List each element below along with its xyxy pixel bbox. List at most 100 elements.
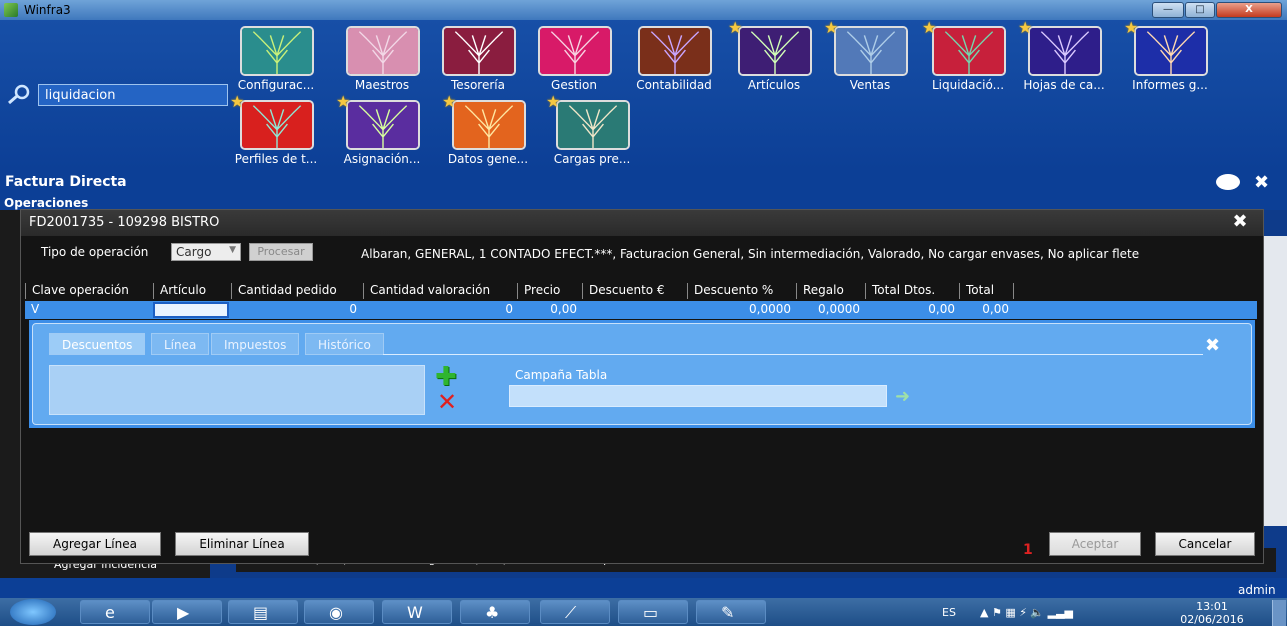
col-descuento-eur[interactable]: Descuento € [582, 283, 665, 299]
right-scroll-area [1262, 236, 1287, 526]
launcher-tile[interactable]: Tesorería [426, 26, 530, 96]
tile-label: Artículos [747, 78, 801, 92]
agregar-linea-button[interactable]: Agregar Línea [29, 532, 161, 556]
tile-label: Perfiles de t... [234, 152, 318, 166]
launcher-tile[interactable]: Configurac... [224, 26, 328, 96]
clock-time: 13:01 [1196, 600, 1228, 613]
col-total-dtos[interactable]: Total Dtos. [865, 283, 935, 299]
launcher-tile[interactable]: Hojas de ca... ★ [1012, 18, 1116, 96]
tab-linea[interactable]: Línea [151, 333, 210, 355]
cell-cantidad-pedido[interactable]: 0 [231, 302, 357, 318]
tab-descuentos[interactable]: Descuentos [49, 333, 146, 355]
cell-descuento-pct[interactable]: 0,0000 [687, 302, 791, 318]
tile-thumbnail [346, 26, 420, 76]
search-icon[interactable] [6, 84, 32, 106]
tile-label: Cargas pre... [553, 152, 631, 166]
launcher-tile[interactable]: Asignación... ★ [330, 92, 434, 170]
launcher-tile[interactable]: Maestros [330, 26, 434, 96]
taskbar-paint-icon[interactable]: ✎ [696, 600, 766, 624]
search-input[interactable] [38, 84, 228, 106]
col-precio[interactable]: Precio [517, 283, 560, 299]
toggle-icon[interactable] [1216, 174, 1240, 190]
campana-tabla-label: Campaña Tabla [515, 368, 608, 382]
operaciones-label: Operaciones [4, 196, 89, 210]
window-title: Winfra3 [24, 3, 71, 17]
show-desktop-button[interactable] [1272, 600, 1286, 626]
favorite-star-icon: ★ [336, 92, 351, 111]
cancelar-button[interactable]: Cancelar [1155, 532, 1255, 556]
tile-thumbnail [738, 26, 812, 76]
cell-regalo[interactable]: 0,0000 [796, 302, 860, 318]
taskbar-internet-explorer-icon[interactable]: e [80, 600, 150, 624]
procesar-button[interactable]: Procesar [249, 243, 313, 261]
cell-cantidad-valoracion[interactable]: 0 [363, 302, 513, 318]
chrome-glyph: ◉ [329, 603, 343, 622]
aceptar-button[interactable]: Aceptar [1049, 532, 1141, 556]
taskbar-photos-icon[interactable]: ▭ [618, 600, 688, 624]
taskbar-word-icon[interactable]: W [382, 600, 452, 624]
language-indicator[interactable]: ES [942, 606, 956, 619]
tile-thumbnail [240, 100, 314, 150]
tile-thumbnail [452, 100, 526, 150]
col-descuento-pct[interactable]: Descuento % [687, 283, 773, 299]
cell-clave[interactable]: V [31, 302, 39, 318]
windows-start-icon[interactable] [10, 599, 56, 625]
clock[interactable]: 13:01 02/06/2016 [1180, 600, 1244, 626]
arrow-right-icon[interactable]: ➜ [895, 386, 910, 407]
col-total[interactable]: Total [959, 283, 994, 299]
cell-total[interactable]: 0,00 [959, 302, 1009, 318]
dialog-title: FD2001735 - 109298 BISTRO [21, 210, 1263, 236]
detail-close-icon[interactable]: ✖ [1205, 335, 1220, 356]
minimize-button[interactable]: — [1152, 2, 1184, 18]
launcher-tile[interactable]: Informes g... ★ [1118, 18, 1222, 96]
col-regalo[interactable]: Regalo [796, 283, 844, 299]
tray-icons[interactable]: ▲ ⚑ ▦ ⚡ 🔈 ▂▃▅ [980, 606, 1073, 619]
launcher-tile[interactable]: Gestion [522, 26, 626, 96]
launcher-tile[interactable]: Artículos ★ [722, 18, 826, 96]
articulo-input[interactable] [153, 302, 229, 318]
taskbar-folder-icon[interactable]: ▤ [228, 600, 298, 624]
tile-thumbnail [442, 26, 516, 76]
cell-total-dtos[interactable]: 0,00 [865, 302, 955, 318]
favorite-star-icon: ★ [728, 18, 743, 37]
taskbar-winfra-icon[interactable]: ♣ [460, 600, 530, 624]
cell-precio[interactable]: 0,00 [517, 302, 577, 318]
col-articulo[interactable]: Artículo [153, 283, 206, 299]
col-cantidad-pedido[interactable]: Cantidad pedido [231, 283, 337, 299]
add-icon[interactable]: ✚ [435, 364, 457, 390]
col-cantidad-valoracion[interactable]: Cantidad valoración [363, 283, 490, 299]
col-clave[interactable]: Clave operación [25, 283, 129, 299]
launcher-tile[interactable]: Liquidació... ★ [916, 18, 1020, 96]
tab-historico[interactable]: Histórico [305, 333, 384, 355]
tile-label: Configurac... [237, 78, 315, 92]
favorite-star-icon: ★ [922, 18, 937, 37]
launcher-tile[interactable]: Ventas ★ [818, 18, 922, 96]
line-detail-inner: Descuentos Línea Impuestos Histórico ✖ ✚… [32, 323, 1252, 425]
taskbar-chrome-icon[interactable]: ◉ [304, 600, 374, 624]
launcher-tile[interactable]: Perfiles de t... ★ [224, 92, 328, 170]
close-window-button[interactable]: X [1216, 2, 1282, 18]
taskbar-vpn-icon[interactable]: ⟋ [540, 600, 610, 624]
tipo-operacion-select[interactable]: Cargo ▼ [171, 243, 241, 261]
campana-tabla-input[interactable] [509, 385, 887, 407]
table-row[interactable]: V 0 0 0,00 0,0000 0,0000 0,00 0,00 [25, 301, 1257, 319]
launcher-tile[interactable]: Cargas pre... ★ [540, 92, 644, 170]
maximize-button[interactable]: □ [1185, 2, 1215, 18]
tab-impuestos[interactable]: Impuestos [211, 333, 300, 355]
favorite-star-icon: ★ [230, 92, 245, 111]
dialog-close-icon[interactable]: ✖ [1229, 213, 1251, 231]
launcher-tile[interactable]: Contabilidad [622, 26, 726, 96]
close-icon[interactable]: ✖ [1254, 172, 1269, 193]
launcher-tile[interactable]: Datos gene... ★ [436, 92, 540, 170]
delete-icon[interactable]: ✕ [437, 390, 457, 414]
tile-thumbnail [346, 100, 420, 150]
paint-glyph: ✎ [721, 603, 735, 622]
descuentos-list[interactable] [49, 365, 425, 415]
favorite-star-icon: ★ [1018, 18, 1033, 37]
taskbar-media-icon[interactable]: ▶ [152, 600, 222, 624]
eliminar-linea-button[interactable]: Eliminar Línea [175, 532, 309, 556]
favorite-star-icon: ★ [1124, 18, 1139, 37]
factura-header [0, 170, 1287, 210]
clock-date: 02/06/2016 [1180, 613, 1244, 626]
folder-glyph: ▤ [253, 603, 269, 622]
